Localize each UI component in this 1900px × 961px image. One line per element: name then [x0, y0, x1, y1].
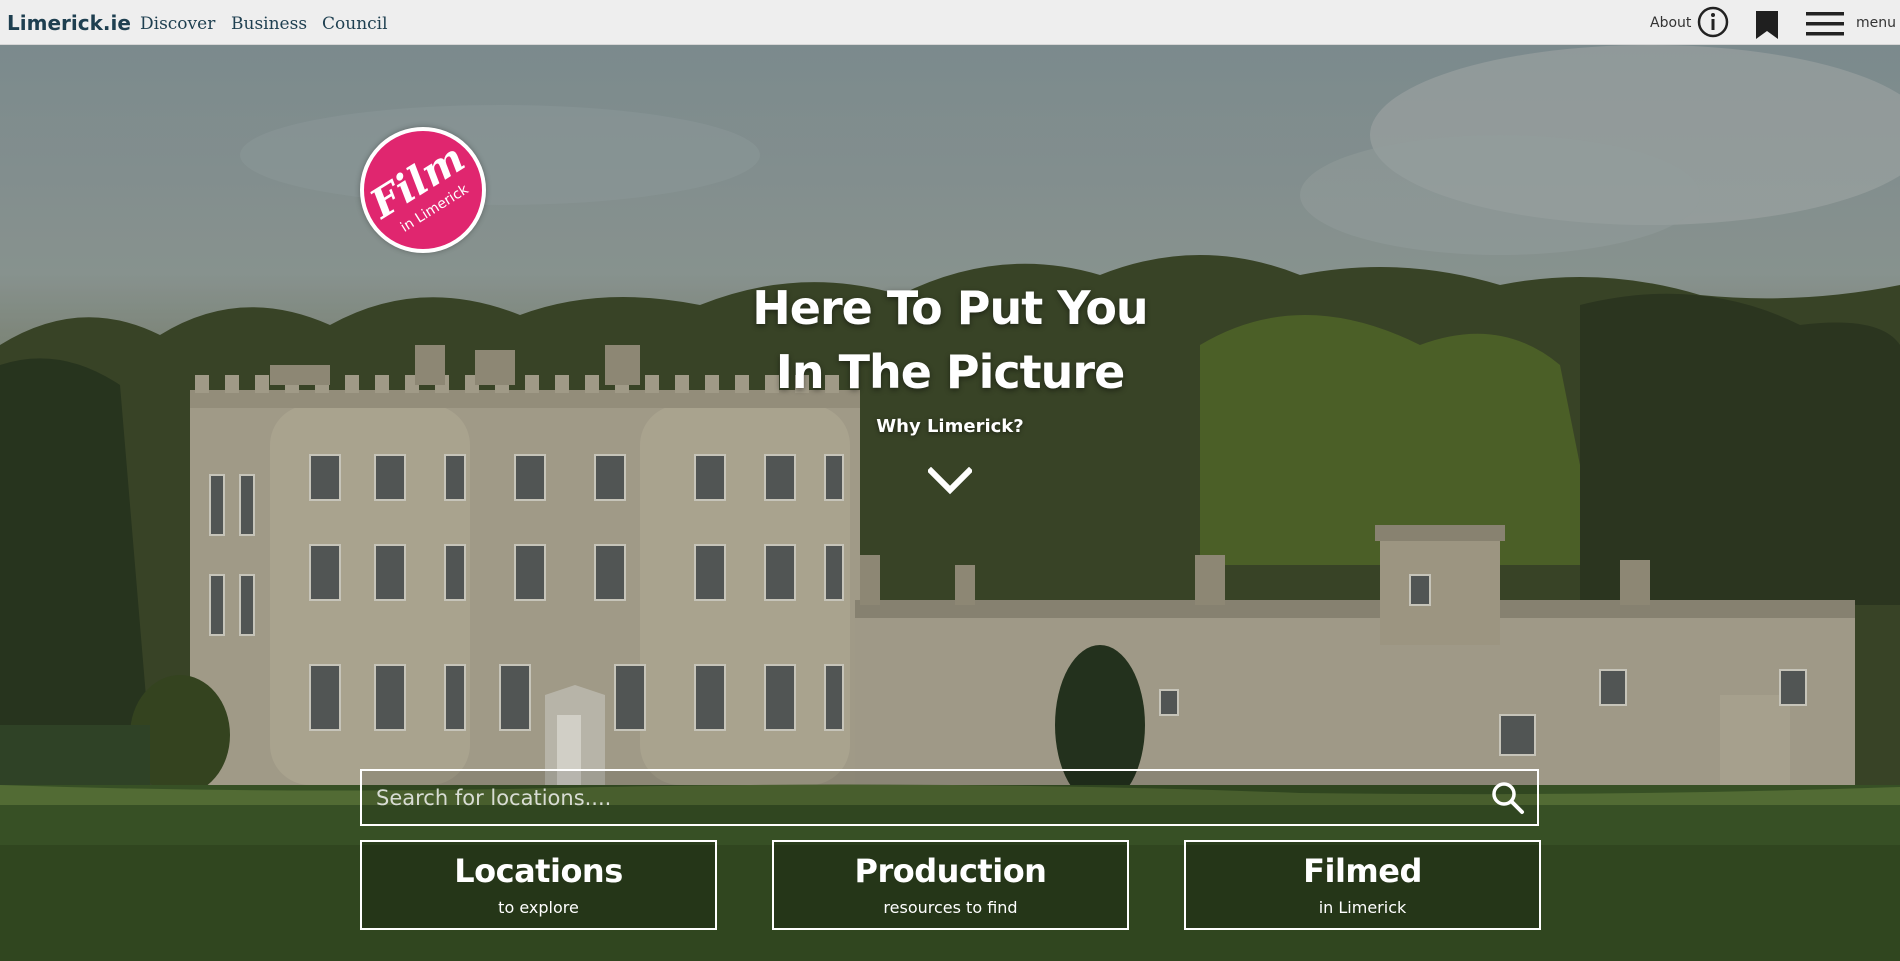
location-search-box: [360, 769, 1539, 826]
nav-link-council[interactable]: Council: [322, 14, 388, 34]
search-input[interactable]: [362, 771, 1462, 824]
menu-label[interactable]: menu: [1856, 15, 1896, 31]
filmed-button[interactable]: Filmed in Limerick: [1184, 840, 1541, 930]
production-title: Production: [854, 852, 1047, 890]
locations-subtitle: to explore: [498, 898, 579, 917]
film-in-limerick-logo[interactable]: Film in Limerick: [360, 127, 486, 253]
production-button[interactable]: Production resources to find: [772, 840, 1129, 930]
filmed-title: Filmed: [1303, 852, 1422, 890]
headline-line-1: Here To Put You: [752, 281, 1148, 335]
headline-line-2: In The Picture: [775, 345, 1126, 399]
hamburger-icon[interactable]: [1806, 10, 1844, 38]
nav-link-discover[interactable]: Discover: [140, 14, 215, 34]
bookmark-icon[interactable]: [1755, 10, 1779, 40]
search-icon[interactable]: [1491, 781, 1525, 815]
locations-title: Locations: [454, 852, 623, 890]
info-icon[interactable]: [1697, 6, 1729, 38]
filmed-subtitle: in Limerick: [1318, 898, 1407, 917]
chevron-down-icon[interactable]: [928, 467, 972, 495]
hero-headline: Here To Put You In The Picture: [650, 276, 1250, 404]
production-subtitle: resources to find: [883, 898, 1018, 917]
top-navigation-bar: Limerick.ie Discover Business Council Ab…: [0, 0, 1900, 45]
about-label[interactable]: About: [1650, 15, 1691, 31]
hero-section: Film in Limerick Here To Put You In The …: [0, 45, 1900, 961]
site-brand-link[interactable]: Limerick.ie: [7, 11, 131, 35]
why-limerick-link[interactable]: Why Limerick?: [800, 416, 1100, 437]
locations-button[interactable]: Locations to explore: [360, 840, 717, 930]
nav-link-business[interactable]: Business: [231, 14, 307, 34]
